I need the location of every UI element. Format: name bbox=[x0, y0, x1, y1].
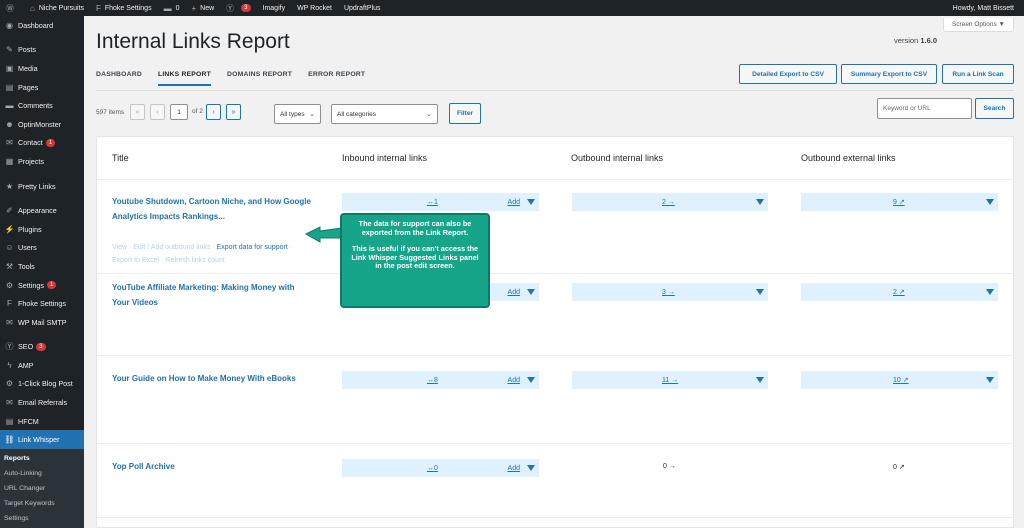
code-icon: ▤ bbox=[5, 416, 14, 426]
sidebar-item-wp-mail-smtp[interactable]: ✉ WP Mail SMTP bbox=[0, 313, 84, 332]
sidebar-item-fhoke-settings[interactable]: F Fhoke Settings bbox=[0, 294, 84, 313]
sidebar-item-contact[interactable]: ✉ Contact 1 bbox=[0, 134, 84, 153]
callout-text-2: This is useful if you can't access the L… bbox=[351, 244, 479, 270]
f-logo-icon: F bbox=[95, 3, 101, 13]
link-whisper-submenu: Reports Auto-Linking URL Changer Target … bbox=[0, 449, 84, 528]
sidebar-item-media[interactable]: ▣ Media bbox=[0, 59, 84, 78]
link-icon: ⛓ bbox=[4, 435, 15, 445]
admin-sidebar: ◉ Dashboard ✎ Posts ▣ Media ▤ Pages ▬ Comment… bbox=[0, 16, 84, 528]
sidebar-item-email-referrals[interactable]: ✉ Email Referrals bbox=[0, 393, 84, 412]
sidebar-item-projects[interactable]: ▦ Projects bbox=[0, 152, 84, 171]
comment-icon: ▬ bbox=[5, 101, 14, 111]
comment-icon: ▬ bbox=[163, 3, 172, 13]
wordpress-icon: Ⓦ bbox=[6, 3, 14, 13]
gear-icon: ⚙ bbox=[5, 379, 14, 389]
plug-icon: ⚡ bbox=[4, 224, 15, 234]
star-icon: ★ bbox=[5, 181, 14, 191]
wordpress-logo-menu[interactable]: Ⓦ bbox=[0, 0, 24, 16]
callout-text-1: The data for support can also be exporte… bbox=[358, 219, 472, 237]
projects-icon: ▦ bbox=[5, 156, 14, 166]
admin-bar: Ⓦ ⌂ Niche Pursuits F Fhoke Settings ▬ 0 + Ne… bbox=[0, 0, 1024, 16]
sidebar-item-appearance[interactable]: ✐ Appearance bbox=[0, 201, 84, 220]
submenu-auto-linking[interactable]: Auto-Linking bbox=[0, 466, 84, 481]
home-icon: ⌂ bbox=[30, 3, 35, 13]
submenu-settings[interactable]: Settings bbox=[0, 511, 84, 526]
callout-arrow bbox=[304, 226, 343, 243]
new-content-link[interactable]: + New bbox=[185, 0, 220, 16]
monster-icon: ☻ bbox=[5, 119, 14, 129]
sidebar-item-users[interactable]: ☺ Users bbox=[0, 239, 84, 258]
yoast-icon: Ⓨ bbox=[226, 3, 235, 13]
account-menu[interactable]: Howdy, Matt Bissett bbox=[947, 0, 1024, 16]
sidebar-item-link-whisper[interactable]: ⛓ Link Whisper bbox=[0, 430, 84, 450]
sidebar-item-tools[interactable]: ⚒ Tools bbox=[0, 257, 84, 276]
seo-badge: 3 bbox=[36, 342, 46, 351]
pin-icon: ✎ bbox=[6, 45, 13, 55]
sidebar-item-settings[interactable]: ⚙ Settings 1 bbox=[0, 276, 84, 295]
imagify-link[interactable]: Imagify bbox=[257, 0, 292, 16]
main-content: Screen Options ▼ Internal Links Report v… bbox=[84, 16, 1024, 528]
submenu-url-changer[interactable]: URL Changer bbox=[0, 481, 84, 496]
envelope-icon: ✉ bbox=[6, 398, 13, 408]
theme-settings-link[interactable]: F Fhoke Settings bbox=[90, 0, 158, 16]
submenu-target-keywords[interactable]: Target Keywords bbox=[0, 496, 84, 511]
dashboard-icon: ◉ bbox=[6, 20, 13, 30]
contact-badge: 1 bbox=[45, 138, 56, 147]
submenu-reports[interactable]: Reports bbox=[0, 451, 84, 466]
sidebar-item-1-click-blog-post[interactable]: ⚙ 1-Click Blog Post bbox=[0, 375, 84, 394]
sidebar-item-seo[interactable]: Ⓨ SEO 3 bbox=[0, 338, 84, 357]
wrench-icon: ⚒ bbox=[5, 261, 14, 271]
annotation-callout: The data for support can also be exporte… bbox=[340, 213, 490, 308]
arrow-pointer bbox=[304, 226, 343, 243]
amp-icon: ϟ bbox=[7, 360, 12, 370]
mail-icon: ✉ bbox=[6, 138, 13, 148]
media-icon: ▣ bbox=[5, 63, 14, 73]
sidebar-item-dashboard[interactable]: ◉ Dashboard bbox=[0, 16, 84, 35]
wp-rocket-link[interactable]: WP Rocket bbox=[291, 0, 338, 16]
sidebar-item-comments[interactable]: ▬ Comments bbox=[0, 96, 84, 115]
sidebar-item-hfcm[interactable]: ▤ HFCM bbox=[0, 412, 84, 431]
comments-link[interactable]: ▬ 0 bbox=[158, 0, 186, 16]
sidebar-item-amp[interactable]: ϟ AMP bbox=[0, 356, 84, 375]
settings-icon: ⚙ bbox=[5, 280, 14, 290]
yoast-icon: Ⓨ bbox=[5, 342, 14, 352]
site-name-link[interactable]: ⌂ Niche Pursuits bbox=[24, 0, 90, 16]
sidebar-item-pretty-links[interactable]: ★ Pretty Links bbox=[0, 177, 84, 196]
settings-badge: 1 bbox=[46, 281, 57, 290]
sidebar-item-posts[interactable]: ✎ Posts bbox=[0, 41, 84, 60]
sidebar-item-optinmonster[interactable]: ☻ OptinMonster bbox=[0, 115, 84, 134]
mail-icon: ✉ bbox=[6, 317, 13, 327]
yoast-seo-link[interactable]: Ⓨ 3 bbox=[220, 0, 256, 16]
user-icon: ☺ bbox=[5, 243, 14, 253]
brush-icon: ✐ bbox=[6, 206, 13, 216]
updraftplus-link[interactable]: UpdraftPlus bbox=[338, 0, 387, 16]
notification-badge: 3 bbox=[241, 4, 251, 12]
sidebar-item-pages[interactable]: ▤ Pages bbox=[0, 78, 84, 97]
f-logo-icon: F bbox=[7, 299, 12, 309]
sidebar-item-plugins[interactable]: ⚡ Plugins bbox=[0, 220, 84, 239]
plus-icon: + bbox=[191, 3, 197, 13]
pages-icon: ▤ bbox=[5, 82, 14, 92]
